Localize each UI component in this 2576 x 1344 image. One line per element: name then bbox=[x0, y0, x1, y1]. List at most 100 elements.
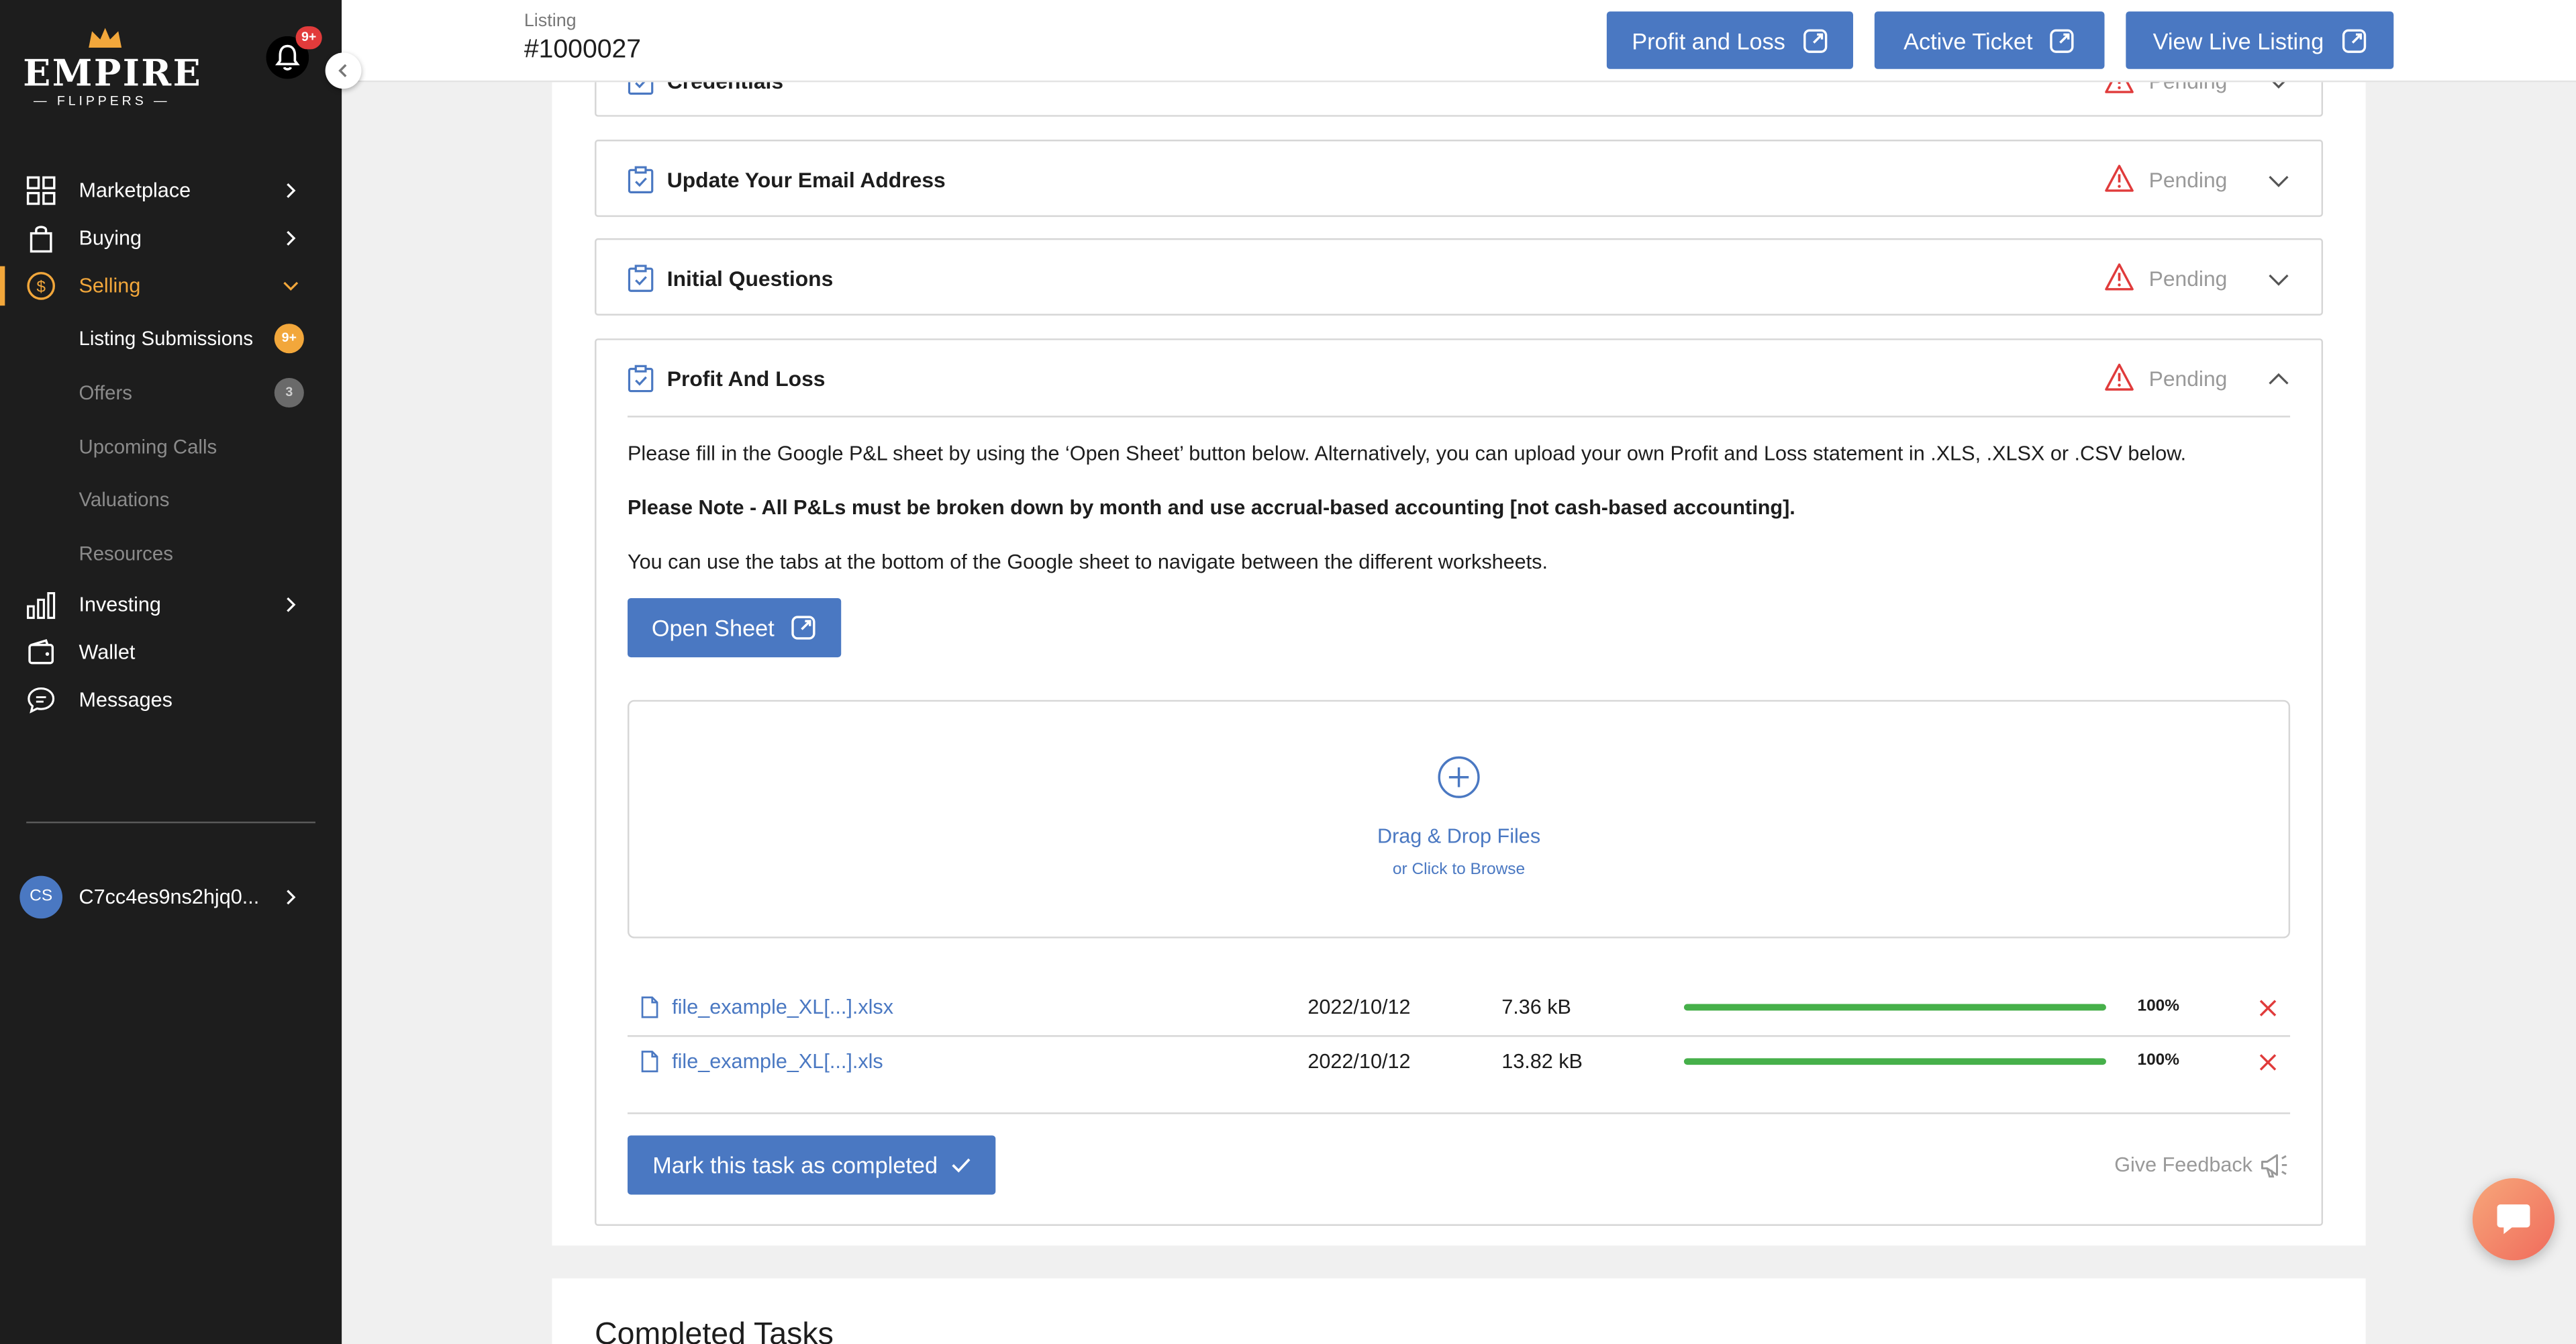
dropzone-subtitle: or Click to Browse bbox=[1392, 861, 1526, 879]
file-icon bbox=[641, 996, 658, 1018]
profit-and-loss-button[interactable]: Profit and Loss bbox=[1606, 11, 1854, 69]
button-label: View Live Listing bbox=[2152, 27, 2324, 54]
file-dropzone[interactable]: Drag & Drop Files or Click to Browse bbox=[628, 700, 2291, 939]
breadcrumb: Listing bbox=[524, 11, 577, 32]
sidebar-divider bbox=[26, 821, 315, 824]
external-link-icon bbox=[2341, 28, 2365, 52]
external-link-icon bbox=[792, 616, 816, 640]
page-header: Listing #1000027 Profit and Loss Active … bbox=[342, 0, 2576, 83]
chevron-right-icon bbox=[287, 597, 296, 612]
sidebar-item-offers[interactable]: Offers 3 bbox=[79, 375, 325, 411]
nav-item-selling[interactable]: $ Selling bbox=[0, 263, 342, 309]
section-divider bbox=[628, 1112, 2291, 1114]
file-date: 2022/10/12 bbox=[1307, 996, 1411, 1019]
task-initial-questions: Initial Questions Pending bbox=[595, 238, 2324, 316]
task-status: Pending bbox=[2148, 366, 2228, 391]
plus-circle-icon bbox=[1438, 756, 1480, 798]
offers-badge: 3 bbox=[274, 377, 304, 408]
sub-label: Offers bbox=[79, 381, 132, 405]
clipboard-check-icon bbox=[628, 365, 654, 393]
crown-icon bbox=[89, 28, 122, 48]
active-ticket-button[interactable]: Active Ticket bbox=[1874, 11, 2105, 69]
chat-widget-button[interactable] bbox=[2472, 1178, 2555, 1261]
remove-file-icon[interactable] bbox=[2257, 1052, 2279, 1073]
file-name-link[interactable]: file_example_XL[...].xls bbox=[672, 1050, 883, 1073]
avatar: CS bbox=[19, 875, 63, 919]
sub-label: Upcoming Calls bbox=[79, 435, 217, 459]
collapse-sidebar-button[interactable] bbox=[325, 52, 362, 89]
sidebar-item-valuations[interactable]: Valuations bbox=[79, 481, 325, 518]
sub-label: Listing Submissions bbox=[79, 327, 254, 350]
clipboard-check-icon bbox=[628, 265, 654, 292]
button-label: Profit and Loss bbox=[1632, 27, 1785, 54]
upload-progress-bar bbox=[1683, 1058, 2106, 1065]
task-header[interactable]: Profit And Loss Pending bbox=[597, 340, 2322, 416]
dropzone-title: Drag & Drop Files bbox=[1377, 824, 1541, 849]
nav-label: Investing bbox=[79, 593, 161, 616]
warning-triangle-icon bbox=[2105, 263, 2134, 291]
nav-label: Selling bbox=[79, 274, 141, 298]
open-sheet-button[interactable]: Open Sheet bbox=[628, 597, 842, 658]
task-header[interactable]: Update Your Email Address Pending bbox=[597, 142, 2322, 218]
give-feedback-link[interactable]: Give Feedback bbox=[2114, 1153, 2252, 1176]
pnl-intro-text: Please fill in the Google P&L sheet by u… bbox=[628, 442, 2187, 465]
chevron-up-icon bbox=[2269, 373, 2289, 385]
chevron-down-icon bbox=[2269, 176, 2289, 187]
warning-triangle-icon bbox=[2105, 363, 2134, 391]
complete-button-label: Mark this task as completed bbox=[652, 1151, 938, 1179]
clipboard-check-icon bbox=[628, 166, 654, 193]
chevron-right-icon bbox=[287, 890, 296, 905]
nav-item-marketplace[interactable]: Marketplace bbox=[0, 168, 342, 214]
nav-item-messages[interactable]: Messages bbox=[0, 677, 342, 723]
nav-label: Marketplace bbox=[79, 179, 191, 203]
grid-icon bbox=[26, 176, 56, 205]
file-date: 2022/10/12 bbox=[1307, 1050, 1411, 1073]
file-size: 7.36 kB bbox=[1501, 996, 1571, 1019]
chevron-left-icon bbox=[338, 64, 347, 78]
task-header[interactable]: Initial Questions Pending bbox=[597, 240, 2322, 316]
file-icon bbox=[641, 1051, 658, 1073]
sidebar-item-upcoming-calls[interactable]: Upcoming Calls bbox=[79, 429, 325, 465]
chevron-down-icon bbox=[283, 281, 299, 291]
listing-submissions-badge: 9+ bbox=[274, 324, 304, 354]
upload-progress-bar bbox=[1683, 1004, 2106, 1011]
task-title: Profit And Loss bbox=[666, 366, 826, 391]
chevron-right-icon bbox=[287, 183, 296, 198]
nav-item-investing[interactable]: Investing bbox=[0, 581, 342, 628]
nav-item-buying[interactable]: Buying bbox=[0, 215, 342, 262]
logo-subtitle: — FLIPPERS — bbox=[34, 93, 170, 109]
chat-bubble-icon bbox=[28, 687, 55, 714]
nav-label: Wallet bbox=[79, 640, 136, 664]
task-status: Pending bbox=[2148, 266, 2228, 291]
file-row: file_example_XL[...].xlsx 2022/10/12 7.3… bbox=[628, 983, 2291, 1037]
chat-bubble-icon bbox=[2497, 1204, 2530, 1235]
wallet-icon bbox=[28, 639, 54, 665]
external-link-icon bbox=[2050, 28, 2075, 52]
logo-wordmark: EMPIRE bbox=[23, 52, 203, 95]
megaphone-icon[interactable] bbox=[2257, 1149, 2290, 1182]
task-title: Initial Questions bbox=[666, 266, 834, 291]
file-name-link[interactable]: file_example_XL[...].xlsx bbox=[672, 996, 893, 1018]
task-update-email: Update Your Email Address Pending bbox=[595, 140, 2324, 218]
task-header-divider bbox=[628, 416, 2291, 418]
mark-task-completed-button[interactable]: Mark this task as completed bbox=[628, 1135, 996, 1195]
upload-progress-label: 100% bbox=[2137, 997, 2180, 1016]
page-title: #1000027 bbox=[524, 36, 642, 64]
sidebar-item-resources[interactable]: Resources bbox=[79, 536, 325, 572]
nav-item-wallet[interactable]: Wallet bbox=[0, 629, 342, 675]
remove-file-icon[interactable] bbox=[2257, 998, 2279, 1019]
checkmark-icon bbox=[951, 1158, 970, 1173]
file-row: file_example_XL[...].xls 2022/10/12 13.8… bbox=[628, 1037, 2290, 1091]
task-status: Pending bbox=[2148, 167, 2228, 193]
task-title: Update Your Email Address bbox=[666, 167, 946, 193]
user-menu[interactable]: CS C7cc4es9ns2hjq0... bbox=[0, 871, 342, 923]
view-live-listing-button[interactable]: View Live Listing bbox=[2126, 11, 2394, 69]
empire-flippers-logo[interactable]: EMPIRE — FLIPPERS — bbox=[23, 26, 203, 111]
sidebar-item-listing-submissions[interactable]: Listing Submissions 9+ bbox=[79, 320, 325, 356]
warning-triangle-icon bbox=[2105, 164, 2134, 192]
user-name: C7cc4es9ns2hjq0... bbox=[79, 885, 260, 909]
upload-progress-fill bbox=[1683, 1058, 2106, 1065]
button-label: Active Ticket bbox=[1903, 27, 2033, 54]
pnl-note-text: Please Note - All P&Ls must be broken do… bbox=[628, 496, 1795, 520]
external-link-icon bbox=[1803, 28, 1827, 52]
